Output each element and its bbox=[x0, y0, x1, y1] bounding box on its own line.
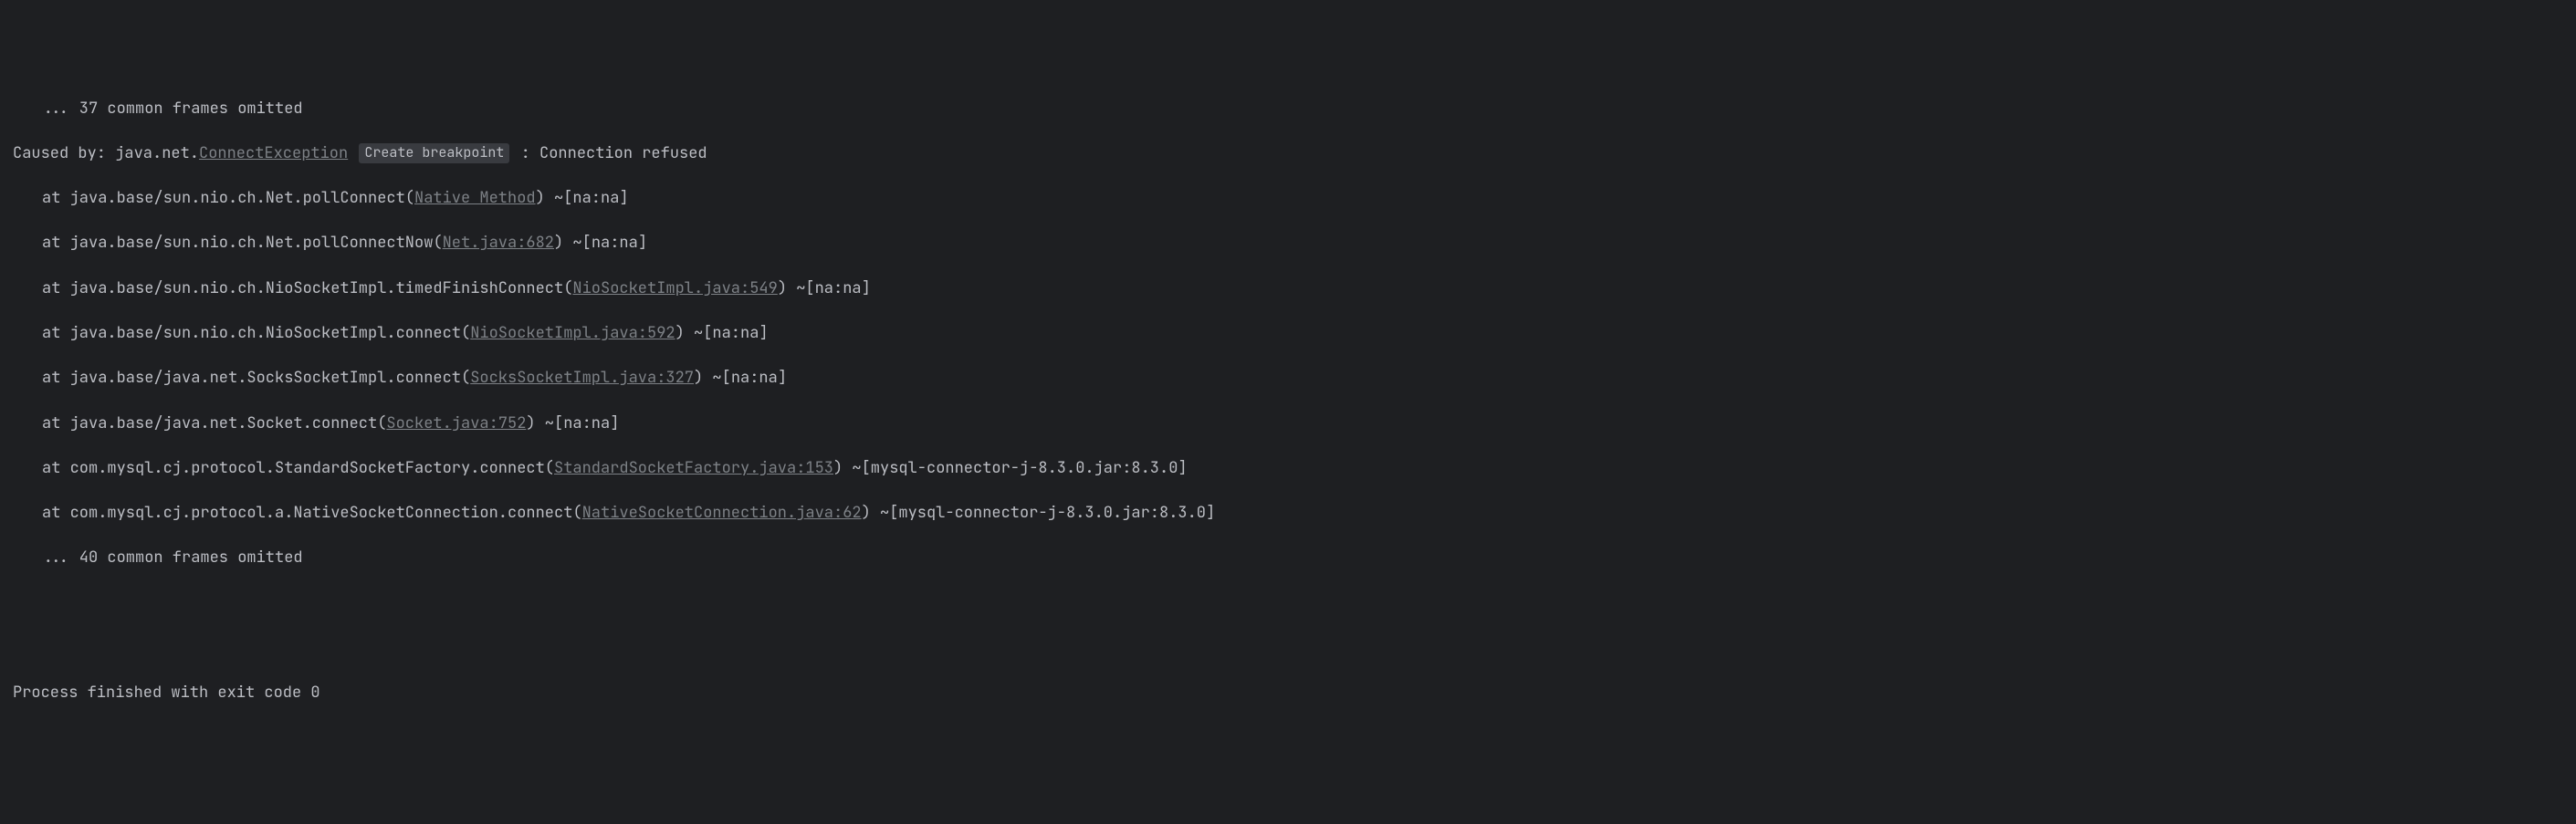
trace-prefix: at java.base/sun.nio.ch.NioSocketImpl.ti… bbox=[42, 278, 572, 298]
frames-omitted-top: ... 37 common frames omitted bbox=[13, 98, 2563, 120]
stack-trace-line: at com.mysql.cj.protocol.StandardSocketF… bbox=[13, 457, 2563, 480]
process-finished: Process finished with exit code 0 bbox=[13, 682, 2563, 704]
source-link[interactable]: StandardSocketFactory.java:153 bbox=[554, 458, 833, 478]
create-breakpoint-button[interactable]: Create breakpoint bbox=[359, 143, 509, 163]
caused-by-prefix: Caused by: java.net. bbox=[13, 143, 199, 163]
source-link[interactable]: Net.java:682 bbox=[443, 233, 554, 253]
source-link[interactable]: NativeSocketConnection.java:62 bbox=[582, 503, 862, 523]
stack-trace-line: at java.base/java.net.SocksSocketImpl.co… bbox=[13, 367, 2563, 390]
trace-suffix: ) ~[na:na] bbox=[675, 323, 769, 343]
source-link[interactable]: NioSocketImpl.java:592 bbox=[470, 323, 675, 343]
source-link[interactable]: NioSocketImpl.java:549 bbox=[572, 278, 777, 298]
trace-prefix: at com.mysql.cj.protocol.StandardSocketF… bbox=[42, 458, 554, 478]
trace-suffix: ) ~[na:na] bbox=[554, 233, 647, 253]
caused-by-suffix: : Connection refused bbox=[511, 143, 707, 163]
stack-trace-line: at com.mysql.cj.protocol.a.NativeSocketC… bbox=[13, 502, 2563, 525]
trace-suffix: ) ~[na:na] bbox=[536, 188, 629, 208]
frames-omitted-bottom: ... 40 common frames omitted bbox=[13, 547, 2563, 569]
trace-suffix: ) ~[na:na] bbox=[694, 368, 787, 388]
trace-suffix: ) ~[na:na] bbox=[526, 413, 619, 433]
trace-suffix: ) ~[mysql-connector-j-8.3.0.jar:8.3.0] bbox=[862, 503, 1216, 523]
trace-suffix: ) ~[na:na] bbox=[778, 278, 871, 298]
blank-line bbox=[13, 637, 2563, 660]
trace-prefix: at java.base/sun.nio.ch.NioSocketImpl.co… bbox=[42, 323, 470, 343]
stack-trace-line: at java.base/sun.nio.ch.Net.pollConnect(… bbox=[13, 187, 2563, 210]
trace-prefix: at java.base/java.net.SocksSocketImpl.co… bbox=[42, 368, 470, 388]
exception-link[interactable]: ConnectException bbox=[199, 143, 348, 163]
trace-prefix: at java.base/sun.nio.ch.Net.pollConnectN… bbox=[42, 233, 443, 253]
source-link[interactable]: Socket.java:752 bbox=[386, 413, 526, 433]
stack-trace-line: at java.base/sun.nio.ch.NioSocketImpl.ti… bbox=[13, 277, 2563, 300]
blank-line bbox=[13, 592, 2563, 615]
stack-trace-line: at java.base/java.net.Socket.connect(Soc… bbox=[13, 412, 2563, 435]
source-link[interactable]: SocksSocketImpl.java:327 bbox=[470, 368, 694, 388]
caused-by-line: Caused by: java.net.ConnectException Cre… bbox=[13, 142, 2563, 165]
trace-prefix: at com.mysql.cj.protocol.a.NativeSocketC… bbox=[42, 503, 582, 523]
stack-trace-line: at java.base/sun.nio.ch.NioSocketImpl.co… bbox=[13, 322, 2563, 345]
trace-prefix: at java.base/sun.nio.ch.Net.pollConnect( bbox=[42, 188, 414, 208]
stack-trace-line: at java.base/sun.nio.ch.Net.pollConnectN… bbox=[13, 232, 2563, 255]
trace-prefix: at java.base/java.net.Socket.connect( bbox=[42, 413, 386, 433]
trace-suffix: ) ~[mysql-connector-j-8.3.0.jar:8.3.0] bbox=[833, 458, 1188, 478]
source-link[interactable]: Native Method bbox=[414, 188, 536, 208]
